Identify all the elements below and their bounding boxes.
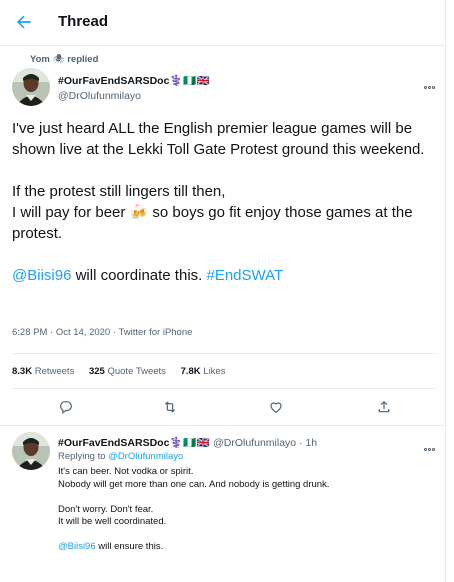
divider <box>0 425 446 426</box>
author-name[interactable]: #OurFavEndSARSDoc⚕️🇳🇬🇬🇧 <box>58 74 210 87</box>
tweet-stats: 8.3K Retweets 325 Quote Tweets 7.8K Like… <box>12 366 237 377</box>
tweet-paragraph-3: @Biisi96 will coordinate this. #EndSWAT <box>12 267 284 284</box>
tweet-paragraph-1: I've just heard ALL the English premier … <box>12 120 425 158</box>
tweet-paragraph-2: If the protest still lingers till then, … <box>12 183 413 242</box>
reply-avatar[interactable] <box>12 432 50 470</box>
header: Thread <box>0 0 446 46</box>
social-context-user: Yom <box>30 54 50 65</box>
mention-link[interactable]: @Biisi96 <box>12 267 71 284</box>
page-title: Thread <box>58 13 109 30</box>
reply-icon[interactable] <box>58 399 74 415</box>
retweets-stat[interactable]: 8.3K Retweets <box>12 366 74 377</box>
verified-emoji: ⚕️🇳🇬🇬🇧 <box>169 437 211 449</box>
beer-emoji: 🍻 <box>129 204 149 221</box>
reply-time[interactable]: · 1h <box>299 437 317 449</box>
divider <box>12 388 435 389</box>
replying-to-link[interactable]: @DrOlufunmilayo <box>108 451 183 462</box>
reply-paragraph-2: Don't worry. Don't fear. It will be well… <box>58 503 167 528</box>
tweet-text: I've just heard ALL the English premier … <box>12 118 437 286</box>
social-context-emoji: 🕷 <box>52 54 65 65</box>
thread-view: Thread Yom 🕷 replied #OurFavEndSARSDoc⚕️… <box>0 0 446 582</box>
reply-paragraph-3: @Biisi96 will ensure this. <box>58 541 164 552</box>
more-icon[interactable] <box>424 438 440 451</box>
author-handle[interactable]: @DrOlufunmilayo <box>58 90 141 102</box>
reply-author-handle[interactable]: @DrOlufunmilayo <box>213 437 296 449</box>
tweet-timestamp[interactable]: 6:28 PM · Oct 14, 2020 · Twitter for iPh… <box>12 327 192 338</box>
verified-emoji: ⚕️🇳🇬🇬🇧 <box>169 75 211 87</box>
back-arrow-icon[interactable] <box>14 12 34 32</box>
divider <box>12 353 435 354</box>
reply-text: It's can beer. Not vodka or spirit. Nobo… <box>58 466 438 566</box>
more-icon[interactable] <box>424 76 440 89</box>
avatar[interactable] <box>12 68 50 106</box>
social-context-text: replied <box>67 54 99 65</box>
reply-paragraph-1: It's can beer. Not vodka or spirit. Nobo… <box>58 466 330 490</box>
retweet-icon[interactable] <box>162 399 178 415</box>
social-context[interactable]: Yom 🕷 replied <box>16 54 98 65</box>
likes-stat[interactable]: 7.8K Likes <box>181 366 226 377</box>
mention-link[interactable]: @Biisi96 <box>58 541 96 552</box>
share-icon[interactable] <box>376 399 392 415</box>
reply-author-name[interactable]: #OurFavEndSARSDoc⚕️🇳🇬🇬🇧 @DrOlufunmilayo … <box>58 436 317 449</box>
quote-tweets-stat[interactable]: 325 Quote Tweets <box>89 366 166 377</box>
replying-to: Replying to @DrOlufunmilayo <box>58 451 184 462</box>
heart-icon[interactable] <box>268 399 284 415</box>
hashtag-link[interactable]: #EndSWAT <box>206 267 283 284</box>
